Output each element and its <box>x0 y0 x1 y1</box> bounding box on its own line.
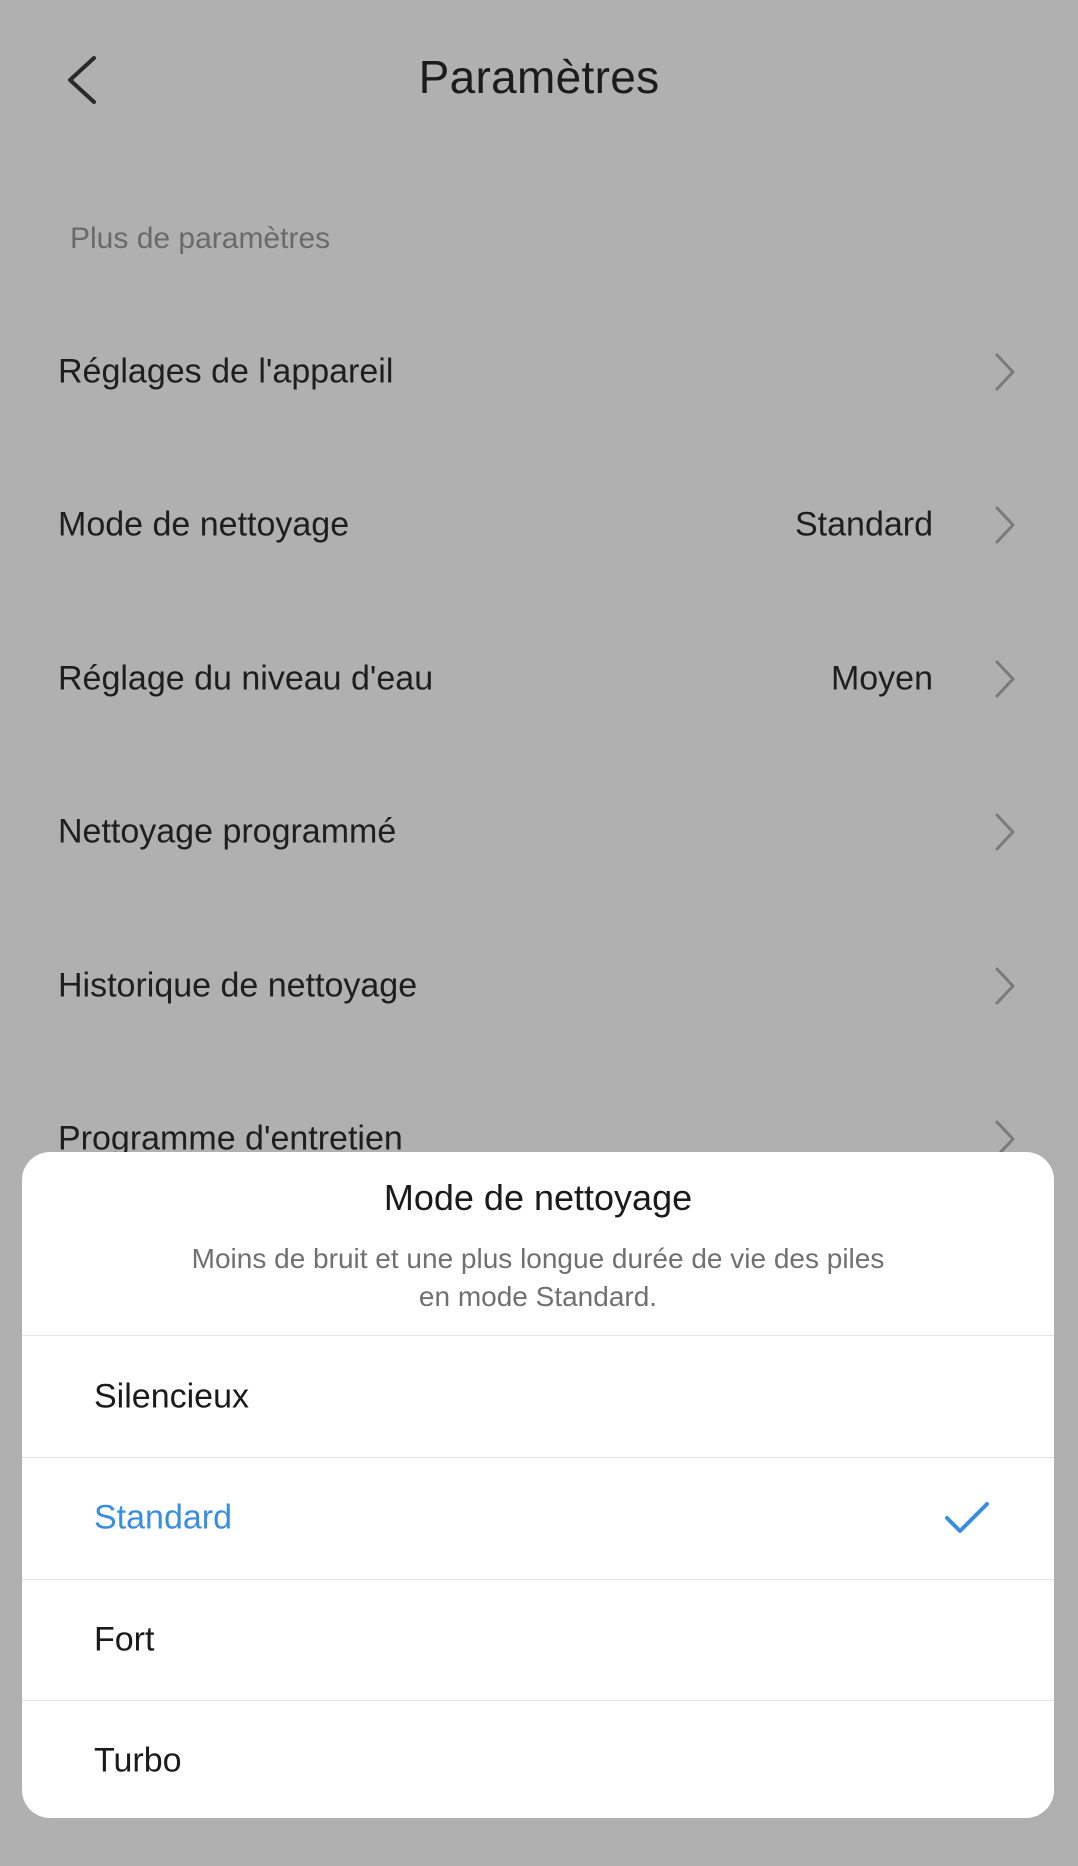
chevron-right-icon <box>995 660 1015 698</box>
settings-page: Paramètres Plus de paramètres Réglages d… <box>0 0 1078 1866</box>
check-icon <box>945 1502 989 1533</box>
settings-row-cleaning-mode[interactable]: Mode de nettoyage Standard <box>0 450 1078 600</box>
chevron-right-icon <box>995 506 1015 544</box>
sheet-title: Mode de nettoyage <box>383 1177 693 1218</box>
option-label: Fort <box>94 1620 155 1659</box>
chevron-right-icon <box>995 967 1015 1005</box>
header: Paramètres <box>0 0 1078 160</box>
settings-row-cleaning-history[interactable]: Historique de nettoyage <box>0 911 1078 1061</box>
row-label: Historique de nettoyage <box>58 966 418 1005</box>
row-label: Mode de nettoyage <box>58 505 350 544</box>
option-turbo[interactable]: Turbo <box>22 1701 1054 1818</box>
option-standard[interactable]: Standard <box>22 1458 1054 1578</box>
section-label: Plus de paramètres <box>70 222 331 255</box>
page-title: Paramètres <box>418 51 660 103</box>
row-label: Nettoyage programmé <box>58 812 397 851</box>
row-value: Standard <box>795 505 933 544</box>
row-value: Moyen <box>830 659 933 698</box>
settings-row-scheduled-cleaning[interactable]: Nettoyage programmé <box>0 757 1078 907</box>
option-fort[interactable]: Fort <box>22 1580 1054 1700</box>
option-silencieux[interactable]: Silencieux <box>22 1337 1054 1457</box>
option-label: Silencieux <box>94 1377 249 1416</box>
sheet-description-line2: en mode Standard. <box>418 1281 658 1312</box>
cleaning-mode-sheet: Mode de nettoyage Moins de bruit et une … <box>22 1152 1054 1818</box>
option-label: Turbo <box>94 1741 182 1780</box>
sheet-description: Moins de bruit et une plus longue durée … <box>142 1240 934 1316</box>
divider <box>22 1335 1054 1336</box>
chevron-right-icon <box>995 353 1015 391</box>
settings-row-water-level[interactable]: Réglage du niveau d'eau Moyen <box>0 604 1078 754</box>
row-label: Réglage du niveau d'eau <box>58 659 434 698</box>
option-label: Standard <box>94 1498 232 1537</box>
chevron-right-icon <box>995 813 1015 851</box>
settings-row-device[interactable]: Réglages de l'appareil <box>0 297 1078 447</box>
row-label: Réglages de l'appareil <box>58 352 394 391</box>
sheet-description-line1: Moins de bruit et une plus longue durée … <box>191 1243 885 1274</box>
